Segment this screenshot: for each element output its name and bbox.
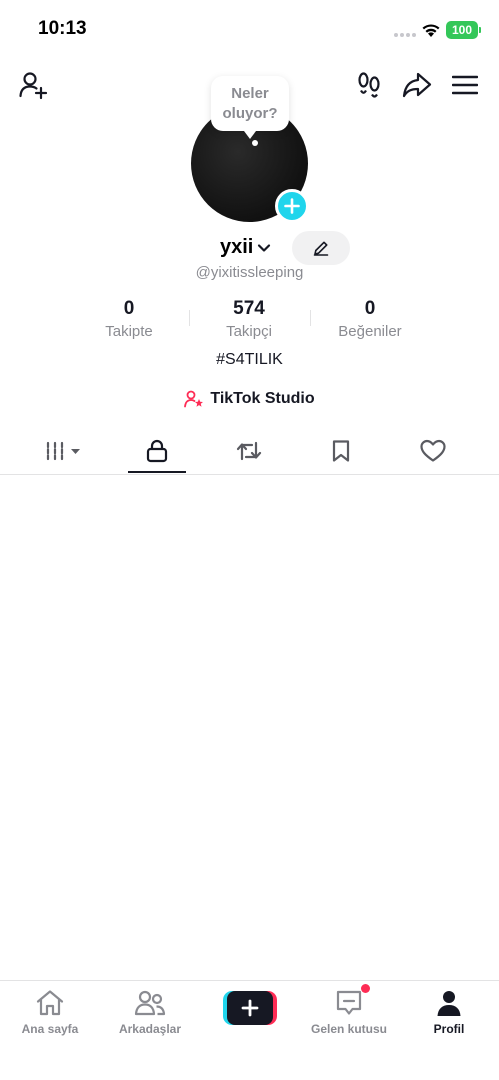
stat-likes-label: Beğeniler [338,323,402,340]
hamburger-menu-icon [452,75,478,95]
plus-icon [284,198,300,214]
create-plus-icon [241,999,259,1017]
inbox-icon [336,990,362,1015]
active-tab-indicator [128,471,186,473]
stat-likes[interactable]: 0 Beğeniler [310,297,430,343]
stat-followers[interactable]: 574 Takipçi [189,297,309,343]
bottom-navigation: Ana sayfa Arkadaşlar Gelen kutusu Profil [0,980,499,1080]
studio-label: TikTok Studio [210,390,315,407]
status-time: 10:13 [38,18,87,39]
tiktok-studio-button[interactable]: TikTok Studio [0,390,499,408]
bubble-line-1: Neler [231,85,269,102]
stat-followers-value: 574 [233,298,265,319]
heart-icon [420,439,446,462]
add-friend-button[interactable] [18,70,48,100]
nav-friends[interactable]: Arkadaşlar [100,987,200,1036]
username: yxii [220,236,254,258]
stat-followers-label: Takipçi [226,323,272,340]
repost-icon [236,441,262,461]
nav-home-label: Ana sayfa [21,1022,79,1036]
notification-dot [361,984,370,993]
stat-following-value: 0 [123,298,135,319]
person-plus-icon [19,72,48,100]
username-switcher[interactable]: yxii [220,236,271,259]
wifi-icon [422,24,440,37]
pencil-icon [313,241,329,256]
share-arrow-icon [402,72,432,98]
chevron-down-icon [258,243,271,252]
user-handle: @yixitissleeping [195,264,304,281]
menu-button[interactable] [450,70,480,100]
nav-profile[interactable]: Profil [399,987,499,1036]
cellular-signal-icon [394,33,416,37]
nav-inbox-label: Gelen kutusu [310,1022,387,1036]
tab-private[interactable] [128,428,186,474]
tab-saved[interactable] [312,428,370,474]
tab-videos[interactable] [29,428,101,474]
footprints-icon [358,72,380,98]
nav-profile-label: Profil [433,1022,465,1036]
videos-grid-icon [46,441,80,461]
profile-icon [437,991,461,1016]
status-bar: 10:13 100 [0,0,499,60]
profile-bio: #S4TILIK [216,351,283,368]
profile-views-button[interactable] [354,70,384,100]
lock-icon [146,439,168,463]
share-profile-button[interactable] [402,70,432,100]
nav-home[interactable]: Ana sayfa [0,987,100,1036]
whats-happening-bubble[interactable]: Neler oluyor? [211,76,289,139]
stat-following-label: Takipte [105,323,153,340]
friends-icon [134,990,166,1016]
tab-liked[interactable] [404,428,462,474]
bubble-line-2: oluyor? [222,105,278,122]
battery-icon: 100 [446,21,481,39]
stat-likes-value: 0 [364,298,376,319]
stat-following[interactable]: 0 Takipte [69,297,189,343]
add-story-button[interactable] [275,189,309,223]
home-icon [36,990,64,1016]
battery-level: 100 [451,23,473,37]
nav-inbox[interactable]: Gelen kutusu [299,987,399,1036]
nav-friends-label: Arkadaşlar [118,1022,182,1036]
profile-tabs [0,428,499,475]
create-button[interactable] [223,991,277,1025]
creator-star-icon [184,390,204,408]
edit-profile-button[interactable] [292,231,350,265]
bookmark-icon [332,440,350,462]
bubble-pointer-dot [252,140,258,146]
tab-reposts[interactable] [220,428,278,474]
